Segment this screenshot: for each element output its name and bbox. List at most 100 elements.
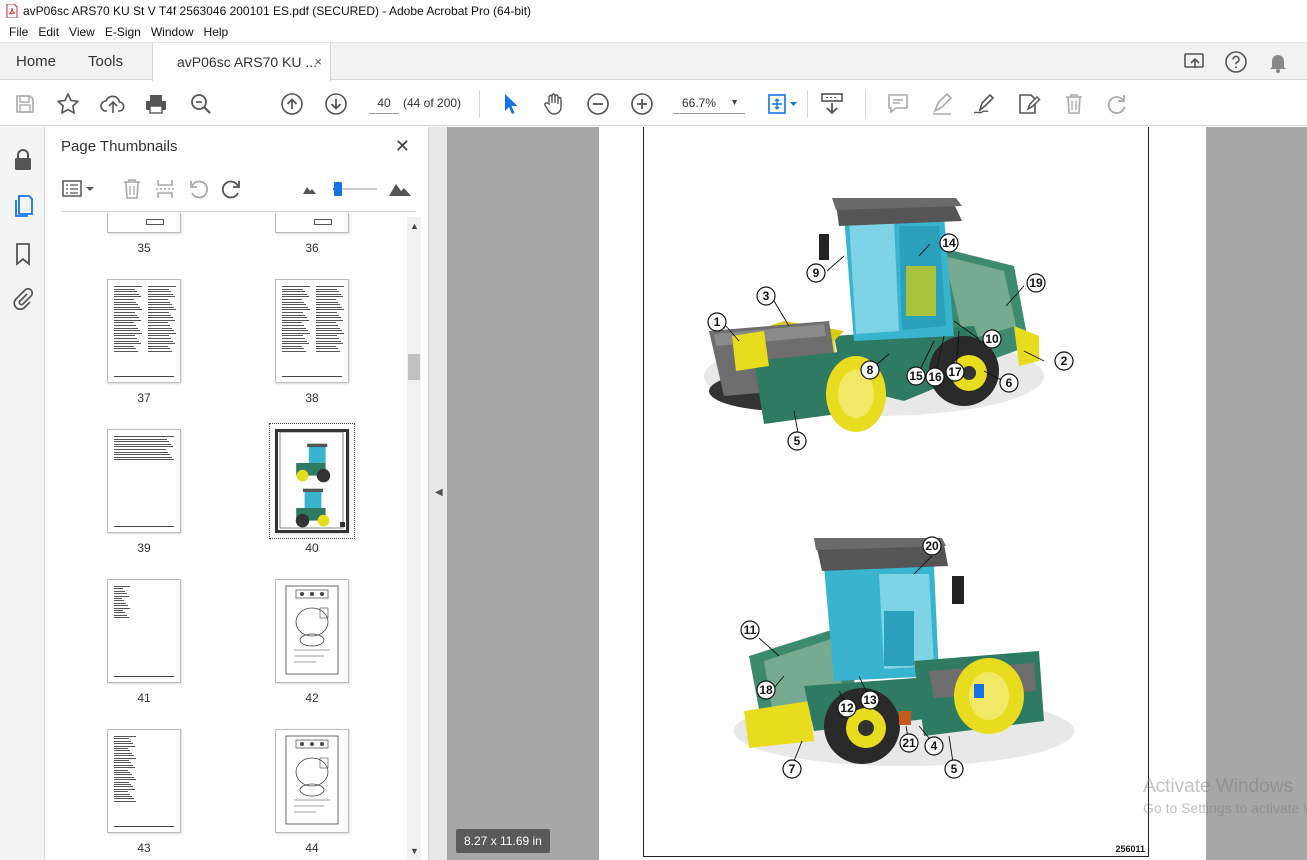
help-icon[interactable] bbox=[1223, 49, 1249, 75]
bookmark-star-icon[interactable] bbox=[55, 91, 81, 117]
thumbnail-text-line bbox=[282, 338, 305, 339]
page-thumbnail[interactable] bbox=[107, 213, 181, 233]
scroll-mode-icon[interactable] bbox=[819, 91, 845, 117]
svg-text:2: 2 bbox=[1061, 354, 1068, 368]
close-tab-icon[interactable]: × bbox=[314, 54, 322, 69]
extract-pages-icon[interactable] bbox=[153, 177, 177, 201]
tab-home[interactable]: Home bbox=[16, 43, 56, 80]
redo-icon[interactable] bbox=[1104, 91, 1130, 117]
callout-13: 13 bbox=[860, 690, 880, 710]
svg-text:18: 18 bbox=[759, 683, 773, 697]
close-panel-icon[interactable]: ✕ bbox=[395, 136, 410, 157]
thumbnail-text-line bbox=[114, 760, 129, 761]
thumbnail-text-line bbox=[114, 748, 128, 749]
page-thumbnail[interactable] bbox=[275, 279, 349, 383]
thumbnail-text-line bbox=[114, 343, 141, 345]
delete-pages-icon[interactable] bbox=[120, 177, 144, 201]
sign-pen-icon[interactable] bbox=[972, 91, 998, 117]
page-thumbnail-label: 43 bbox=[137, 841, 151, 855]
menu-view[interactable]: View bbox=[64, 25, 100, 39]
hand-tool-icon[interactable] bbox=[541, 91, 567, 117]
thumbnail-text-line bbox=[316, 335, 337, 337]
svg-text:20: 20 bbox=[925, 539, 939, 553]
page-thumbnail[interactable] bbox=[107, 429, 181, 533]
thumbnail-text-line bbox=[114, 755, 134, 757]
thumbnail-text-line bbox=[316, 330, 342, 332]
zoom-level-select[interactable]: 66.7% ▼ bbox=[673, 92, 745, 114]
zoom-out-icon[interactable] bbox=[585, 91, 611, 117]
menu-help[interactable]: Help bbox=[199, 25, 234, 39]
upload-cloud-icon[interactable] bbox=[100, 91, 126, 117]
pdf-page: 1 2 3 5 6 8 9 10 14 15 16 17 19 4 5 7 11… bbox=[599, 127, 1206, 860]
scrollbar-thumb[interactable] bbox=[408, 354, 420, 380]
page-thumbnail[interactable] bbox=[275, 213, 349, 233]
thumbnail-footer-line bbox=[114, 826, 174, 827]
thumbnail-text-line bbox=[316, 332, 344, 334]
thumbnails-scrollbar[interactable]: ▲ ▼ bbox=[407, 217, 421, 860]
thumbnail-text-line bbox=[114, 286, 142, 287]
thumbnail-text-line bbox=[148, 301, 170, 303]
delete-trash-icon[interactable] bbox=[1061, 91, 1087, 117]
page-thumbnail[interactable] bbox=[107, 729, 181, 833]
thumbnail-text-line bbox=[316, 345, 336, 347]
thumbnail-text-line bbox=[114, 451, 168, 453]
thumbnail-text-line bbox=[114, 314, 137, 316]
print-icon[interactable] bbox=[143, 91, 169, 117]
share-screen-icon[interactable] bbox=[1182, 49, 1208, 75]
security-lock-icon[interactable] bbox=[10, 147, 36, 173]
save-icon[interactable] bbox=[12, 91, 38, 117]
thumbnails-list: 35 36 37 38 39 40 41 42 43 44 bbox=[45, 213, 406, 860]
callout-14: 14 bbox=[939, 233, 959, 253]
page-thumbnail[interactable] bbox=[107, 279, 181, 383]
page-thumbnail-label: 37 bbox=[137, 391, 151, 405]
thumbnail-text-line bbox=[114, 291, 137, 293]
thumbnail-options-icon[interactable] bbox=[59, 177, 97, 201]
thumbnail-text-line bbox=[148, 309, 176, 311]
page-thumbnail-current[interactable] bbox=[275, 429, 349, 533]
thumbnail-text-line bbox=[148, 312, 169, 313]
thumbnail-size-slider[interactable] bbox=[331, 177, 379, 201]
thumbnail-diagram bbox=[285, 735, 339, 825]
collapse-panel-arrow-icon[interactable]: ◀ bbox=[435, 487, 443, 498]
thumbnail-text-line bbox=[114, 438, 167, 440]
notifications-bell-icon[interactable] bbox=[1265, 49, 1291, 75]
thumbnail-text-line bbox=[148, 332, 176, 334]
highlight-pen-icon[interactable] bbox=[929, 91, 955, 117]
bookmarks-icon[interactable] bbox=[10, 241, 36, 267]
thumbnail-text-line bbox=[148, 291, 171, 293]
thumbnail-text-line bbox=[114, 304, 138, 306]
panel-splitter[interactable]: ◀ bbox=[429, 127, 447, 860]
document-view[interactable]: 1 2 3 5 6 8 9 10 14 15 16 17 19 4 5 7 11… bbox=[447, 127, 1307, 860]
find-zoom-icon[interactable] bbox=[188, 91, 214, 117]
menu-esign[interactable]: E-Sign bbox=[100, 25, 146, 39]
attachments-paperclip-icon[interactable] bbox=[10, 286, 36, 312]
scroll-up-arrow-icon[interactable]: ▲ bbox=[410, 221, 419, 231]
comment-icon[interactable] bbox=[885, 91, 911, 117]
thumbnail-text-line bbox=[282, 296, 309, 298]
rotate-left-icon[interactable] bbox=[186, 177, 210, 201]
edit-pdf-icon[interactable] bbox=[1016, 91, 1042, 117]
menu-edit[interactable]: Edit bbox=[33, 25, 64, 39]
callout-19: 19 bbox=[1026, 273, 1046, 293]
thumbnail-text-line bbox=[282, 293, 307, 295]
zoom-in-icon[interactable] bbox=[629, 91, 655, 117]
page-thumbnail[interactable] bbox=[275, 579, 349, 683]
page-number-input[interactable] bbox=[369, 92, 399, 114]
tab-document[interactable]: avP06sc ARS70 KU ... × bbox=[152, 43, 331, 81]
menu-window[interactable]: Window bbox=[146, 25, 199, 39]
thumbnail-text-line bbox=[282, 348, 304, 350]
next-page-icon[interactable] bbox=[323, 91, 349, 117]
thumbnail-text-line bbox=[282, 327, 306, 329]
thumbnail-text-line bbox=[114, 602, 126, 604]
page-view-fit-icon[interactable] bbox=[765, 91, 801, 117]
page-thumbnail[interactable] bbox=[107, 579, 181, 683]
tab-tools[interactable]: Tools bbox=[88, 43, 123, 80]
select-cursor-icon[interactable] bbox=[497, 91, 523, 117]
rotate-right-icon[interactable] bbox=[220, 177, 244, 201]
thumbnail-text-line bbox=[316, 351, 340, 352]
menu-file[interactable]: File bbox=[4, 25, 33, 39]
previous-page-icon[interactable] bbox=[279, 91, 305, 117]
page-thumbnails-icon[interactable] bbox=[10, 193, 36, 219]
page-thumbnail[interactable] bbox=[275, 729, 349, 833]
scroll-down-arrow-icon[interactable]: ▼ bbox=[410, 846, 419, 856]
